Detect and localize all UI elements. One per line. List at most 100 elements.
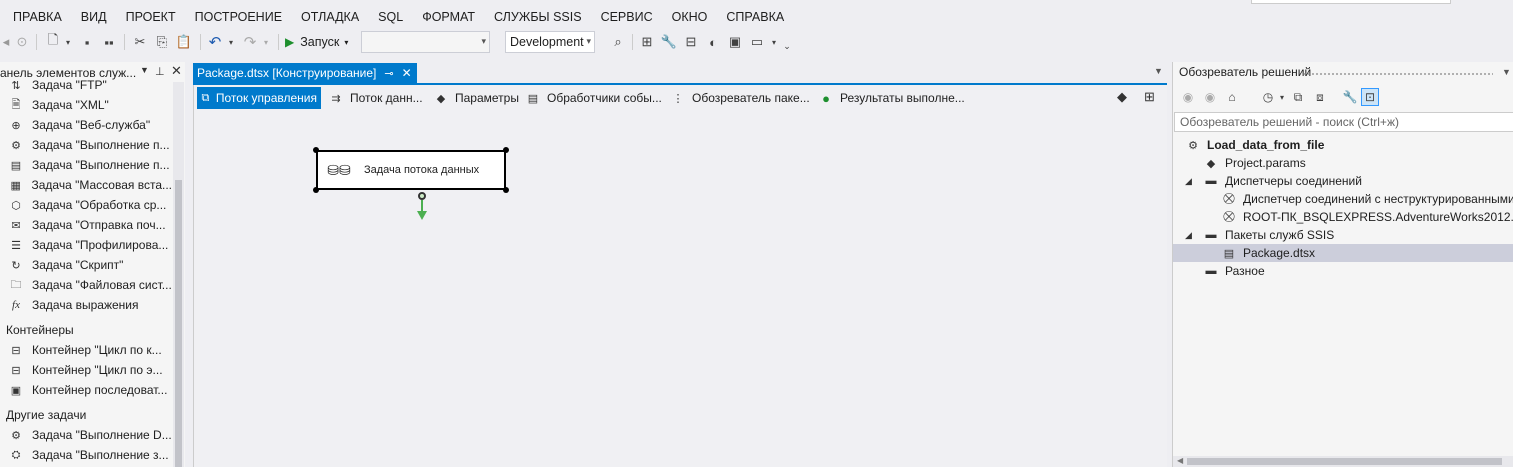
solution-search-input[interactable]: Обозреватель решений - поиск (Ctrl+ж) — [1174, 112, 1513, 132]
save-icon[interactable]: ▪ — [79, 32, 95, 52]
toolbox-item[interactable]: ⊕ Задача "Веб-служба" — [0, 115, 172, 135]
properties-icon[interactable]: 🔧 — [660, 32, 678, 52]
redo-dropdown-icon[interactable]: ▾ — [261, 32, 271, 52]
menu-debug[interactable]: ОТЛАДКА — [292, 10, 369, 24]
toolbar-overflow-icon[interactable]: ⌄ — [782, 36, 792, 56]
copy-icon[interactable]: ⎘ — [153, 32, 171, 52]
toolbox-item[interactable]: ↻ Задача "Скрипт" — [0, 255, 172, 275]
toolbox-item[interactable]: 🗀 Задача "Файловая сист... — [0, 275, 172, 295]
save-all-icon[interactable]: ▪▪ — [100, 32, 118, 52]
chevron-down-icon[interactable]: ▼ — [140, 65, 149, 75]
toolbox-item[interactable]: ⚙ Задача "Выполнение D... — [0, 425, 172, 445]
toolbox-item[interactable]: ☰ Задача "Профилирова... — [0, 235, 172, 255]
chevron-down-icon[interactable]: ▾ — [768, 32, 780, 52]
solution-config-combo[interactable]: Development ▾ — [505, 31, 595, 53]
collapse-all-icon[interactable]: ⧉ — [1289, 88, 1307, 106]
chevron-down-icon[interactable]: ▾ — [63, 32, 73, 52]
menu-view[interactable]: ВИД — [71, 10, 116, 24]
toolbox-item[interactable]: ▤ Задача "Выполнение п... — [0, 155, 172, 175]
tree-node-params[interactable]: ◆ Project.params — [1173, 154, 1513, 172]
close-icon[interactable]: ✕ — [402, 66, 412, 80]
toolbox-item[interactable]: ⊟ Контейнер "Цикл по э... — [0, 360, 172, 380]
window-layout-icon[interactable]: ▭ — [748, 32, 766, 52]
tab-parameters[interactable]: ◆ Параметры — [429, 87, 523, 109]
tree-node-flatfile-connection[interactable]: ⛒ Диспетчер соединений с неструктурирова… — [1173, 190, 1513, 208]
tab-control-flow[interactable]: ⧉ Поток управления — [197, 87, 321, 109]
back-icon[interactable]: ◂ — [0, 32, 12, 52]
scrollbar-thumb[interactable] — [175, 180, 182, 467]
menu-format[interactable]: ФОРМАТ — [413, 10, 485, 24]
tree-node-ssis-packages[interactable]: ◢ ▬ Пакеты служб SSIS — [1173, 226, 1513, 244]
debug-target-combo[interactable]: ▾ — [361, 31, 490, 53]
chevron-down-icon[interactable]: ▼ — [1502, 67, 1511, 77]
tab-event-handlers[interactable]: ▤ Обработчики собы... — [521, 87, 666, 109]
menu-ssis[interactable]: СЛУЖБЫ SSIS — [485, 10, 592, 24]
new-project-icon[interactable]: 🗋 — [44, 32, 62, 52]
toolbox-item[interactable]: ⚙ Задача "Выполнение п... — [0, 135, 172, 155]
redo-icon[interactable]: ↷ — [241, 32, 259, 52]
control-flow-canvas[interactable] — [193, 85, 1167, 467]
close-icon[interactable]: ✕ — [171, 63, 182, 79]
paste-icon[interactable]: 📋 — [175, 32, 193, 52]
toolbox-scrollbar[interactable] — [173, 82, 184, 467]
quick-launch-box[interactable] — [1251, 0, 1451, 4]
preview-icon[interactable]: ⊡ — [1361, 88, 1379, 106]
toolbox-item[interactable]: ▣ Контейнер последоват... — [0, 380, 172, 400]
properties-icon[interactable]: 🔧 — [1341, 88, 1359, 106]
home-icon[interactable]: ⌂ — [1223, 88, 1241, 106]
tree-node-connection-managers[interactable]: ◢ ▬ Диспетчеры соединений — [1173, 172, 1513, 190]
extensions-icon[interactable]: ▣ — [726, 32, 744, 52]
toolbox-item[interactable]: fx Задача выражения — [0, 295, 172, 315]
start-page-icon[interactable]: ◐ — [704, 32, 722, 52]
toolbox-item[interactable]: 🗎 Задача "XML" — [0, 95, 172, 115]
collapse-arrow-icon[interactable]: ◢ — [1185, 176, 1195, 187]
title-grip[interactable] — [1303, 72, 1493, 76]
tab-package-explorer[interactable]: ⋮ Обозреватель паке... — [666, 87, 814, 109]
variables-icon[interactable]: ◆ — [1117, 89, 1127, 105]
toolbox-item[interactable]: ⊟ Контейнер "Цикл по к... — [0, 340, 172, 360]
menu-window[interactable]: ОКНО — [662, 10, 717, 24]
resize-handle[interactable] — [503, 187, 509, 193]
toolbox-category-other[interactable]: Другие задачи — [0, 405, 172, 425]
show-all-files-icon[interactable]: ⧈ — [1311, 88, 1329, 106]
menu-sql[interactable]: SQL — [369, 10, 413, 24]
start-button[interactable]: ▶ Запуск ▾ — [285, 32, 355, 52]
precedence-constraint-arrow[interactable] — [417, 192, 427, 222]
data-flow-task-box[interactable]: ⛁⛁ Задача потока данных — [316, 150, 506, 190]
menu-edit[interactable]: ПРАВКА — [0, 10, 71, 24]
undo-icon[interactable]: ↶ — [206, 32, 224, 52]
back-icon[interactable]: ◉ — [1179, 88, 1197, 106]
menu-build[interactable]: ПОСТРОЕНИЕ — [185, 10, 291, 24]
menu-tools[interactable]: СЕРВИС — [591, 10, 662, 24]
solution-explorer-icon[interactable]: ⊞ — [638, 32, 656, 52]
find-in-files-icon[interactable]: ⌕ — [609, 32, 627, 52]
toolbox-item[interactable]: ⬡ Задача "Обработка ср... — [0, 195, 172, 215]
tree-node-misc[interactable]: ▬ Разное — [1173, 262, 1513, 280]
tree-node-db-connection[interactable]: ⛒ ROOT-ПК_BSQLEXPRESS.AdventureWorks2012… — [1173, 208, 1513, 226]
resize-handle[interactable] — [313, 187, 319, 193]
toolbox-category-containers[interactable]: Контейнеры — [0, 320, 172, 340]
undo-dropdown-icon[interactable]: ▾ — [226, 32, 236, 52]
toolbox-item[interactable]: ▦ Задача "Массовая вста... — [0, 175, 172, 195]
toolbox-item[interactable]: ⛭ Задача "Выполнение з... — [0, 445, 172, 465]
toolbox-item[interactable]: ⇅ Задача "FTP" — [0, 75, 172, 95]
pin-icon[interactable]: ⊸ — [384, 67, 393, 80]
toolbox-item[interactable]: ✉ Задача "Отправка поч... — [0, 215, 172, 235]
resize-handle[interactable] — [503, 147, 509, 153]
resize-handle[interactable] — [313, 147, 319, 153]
cut-icon[interactable]: ✂ — [131, 32, 149, 52]
forward-icon[interactable]: ◉ — [1201, 88, 1219, 106]
forward-icon[interactable]: ⊙ — [14, 32, 30, 52]
menu-help[interactable]: СПРАВКА — [717, 10, 794, 24]
scrollbar-thumb[interactable] — [1187, 458, 1502, 465]
document-list-dropdown-icon[interactable]: ▼ — [1154, 66, 1163, 76]
connector-anchor[interactable] — [418, 192, 426, 200]
collapse-arrow-icon[interactable]: ◢ — [1185, 230, 1195, 241]
tab-execution-results[interactable]: ● Результаты выполне... — [814, 87, 969, 109]
grid-options-icon[interactable]: ⊞ — [1144, 89, 1155, 105]
tab-data-flow[interactable]: ⇉ Поток данн... — [324, 87, 427, 109]
toolbox-icon[interactable]: ⊟ — [682, 32, 700, 52]
tree-node-package[interactable]: ▤ Package.dtsx — [1173, 244, 1513, 262]
solution-horizontal-scrollbar[interactable]: ◀ — [1173, 456, 1513, 467]
menu-project[interactable]: ПРОЕКТ — [116, 10, 185, 24]
